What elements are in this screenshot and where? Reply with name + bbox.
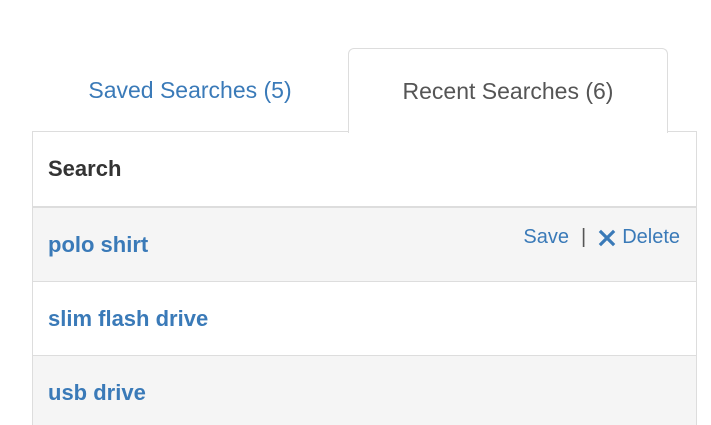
search-tabs: Saved Searches (5) Recent Searches (6) [32,48,697,133]
recent-searches-table: Search polo shirt Save | Delete slim fla… [32,131,697,425]
row-actions: Save | Delete [523,226,680,249]
search-term-link[interactable]: usb drive [48,380,146,406]
action-separator: | [580,226,587,248]
table-row: usb drive [33,356,696,425]
tab-saved-searches[interactable]: Saved Searches (5) [32,48,348,132]
table-row: slim flash drive [33,282,696,356]
delete-link[interactable]: Delete [598,226,680,249]
tab-recent-searches[interactable]: Recent Searches (6) [348,48,668,133]
delete-label: Delete [622,226,680,248]
recent-searches-widget: Saved Searches (5) Recent Searches (6) S… [0,0,711,425]
close-icon [598,229,616,246]
save-link[interactable]: Save [523,226,569,249]
column-header-search: Search [33,132,696,208]
search-term-link[interactable]: slim flash drive [48,306,208,332]
search-term-link[interactable]: polo shirt [48,232,148,258]
table-row: polo shirt Save | Delete [33,208,696,282]
